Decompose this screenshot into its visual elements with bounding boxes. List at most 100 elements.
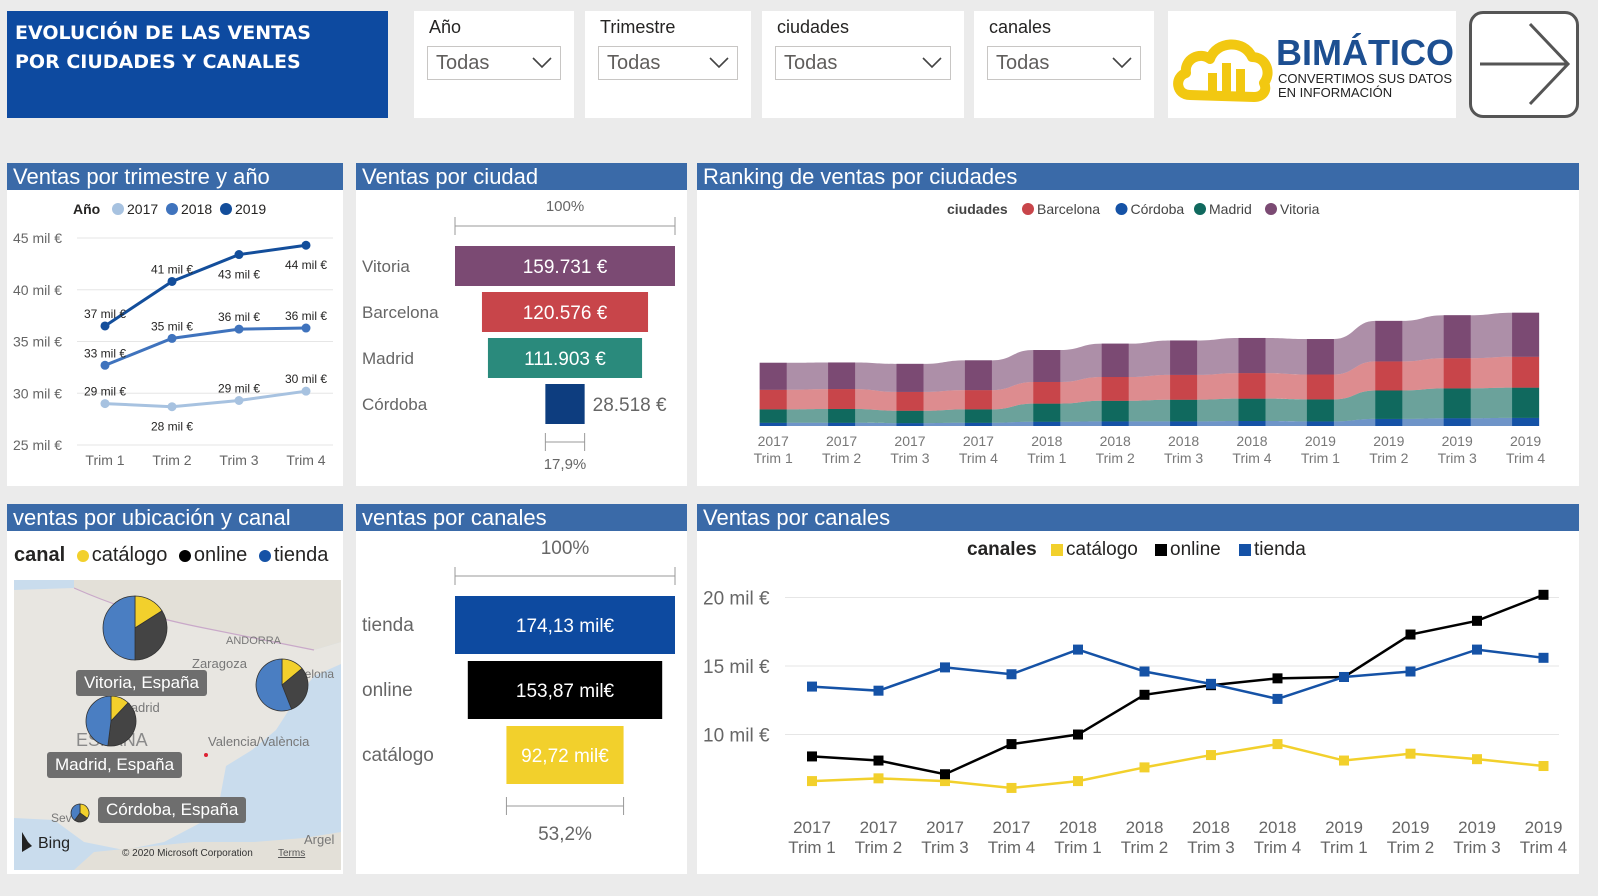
- x-tick-label: Trim 2: [1387, 838, 1435, 857]
- y-tick-label: 40 mil €: [13, 282, 62, 298]
- bar-segment-Barcelona: [1443, 358, 1471, 389]
- x-tick-label: 2017: [993, 818, 1031, 837]
- legend-item: 2017: [127, 201, 158, 217]
- category-label: Barcelona: [362, 303, 439, 322]
- x-tick-label: 2019: [1458, 818, 1496, 837]
- bar-segment-Barcelona: [1033, 381, 1061, 404]
- bar-segment-Barcelona: [964, 390, 992, 410]
- legend-dot: [1265, 203, 1277, 215]
- funnel-top-label: 100%: [546, 198, 584, 215]
- data-label: 29 mil €: [218, 381, 260, 395]
- y-tick-label: 25 mil €: [13, 437, 62, 453]
- category-label: Vitoria: [362, 257, 410, 276]
- chevron-down-icon: [709, 57, 729, 69]
- slicer-dropdown-anio[interactable]: Todas: [427, 46, 561, 80]
- next-page-button[interactable]: [1469, 11, 1579, 118]
- x-tick-label: 2017: [793, 818, 831, 837]
- map-label-madrid[interactable]: Madrid, España: [47, 752, 183, 778]
- x-tick-label: Trim 2: [1369, 450, 1408, 466]
- data-point: [873, 773, 884, 784]
- x-tick-label: 2019: [1392, 818, 1430, 837]
- data-point: [234, 250, 244, 260]
- x-tick-label: 2017: [758, 433, 789, 449]
- data-point: [1073, 729, 1083, 740]
- bing-label: Bing: [38, 835, 70, 852]
- slicer-label: canales: [989, 17, 1052, 37]
- x-tick-label: Trim 2: [822, 450, 861, 466]
- bar-segment-Vitoria: [1443, 315, 1471, 359]
- slicer-dropdown-trimestre[interactable]: Todas: [598, 46, 738, 80]
- data-point: [1272, 693, 1283, 704]
- data-label: 41 mil €: [151, 262, 193, 276]
- map-terms-link[interactable]: Terms: [278, 848, 305, 859]
- bar-segment-Vitoria: [896, 363, 924, 392]
- bar-segment-Madrid: [1170, 399, 1198, 422]
- legend-dot: [112, 203, 124, 215]
- panel-ventas-canales-line: Ventas por canales canales catálogo online…: [697, 504, 1579, 874]
- data-point: [940, 662, 950, 673]
- funnel-bar-Córdoba: [545, 384, 585, 424]
- x-tick-label: 2018: [1100, 433, 1131, 449]
- x-tick-label: Trim 4: [1506, 450, 1545, 466]
- bar-segment-Madrid: [1033, 403, 1061, 422]
- x-tick-label: 2018: [1031, 433, 1062, 449]
- x-tick-label: Trim 4: [988, 838, 1036, 857]
- chart-ventas-canales-bar: 100% tienda 174,13 mil€ online 153,87 mil€ ca…: [362, 538, 676, 845]
- slicer-value: Todas: [607, 52, 661, 74]
- bar-segment-Madrid: [1101, 400, 1129, 422]
- x-tick-label: 2018: [1259, 818, 1297, 837]
- report-title-line1: EVOLUCIÓN DE LAS VENTAS: [15, 22, 311, 44]
- slicer-dropdown-ciudades[interactable]: Todas: [775, 46, 951, 80]
- map-legend-title: canal: [14, 544, 66, 566]
- panel-ventas-ciudad: Ventas por ciudad 100% Vitoria 159.731 € Ba…: [356, 163, 687, 486]
- slicer-canales: canales Todas: [974, 11, 1154, 118]
- data-label: 37 mil €: [84, 307, 126, 321]
- data-point: [301, 386, 311, 396]
- x-tick-label: Trim 3: [219, 452, 258, 468]
- legend-title: ciudades: [947, 201, 1008, 217]
- data-point: [1206, 678, 1216, 689]
- panel-title: ventas por canales: [356, 504, 687, 531]
- logo-tagline1: CONVERTIMOS SUS DATOS: [1278, 71, 1452, 86]
- legend-item: catálogo: [1066, 539, 1138, 560]
- x-tick-label: Trim 3: [1164, 450, 1203, 466]
- map-attribution: © 2020 Microsoft Corporation: [122, 848, 253, 859]
- data-point: [1006, 739, 1017, 750]
- x-tick-label: Trim 4: [1520, 838, 1568, 857]
- data-point: [1006, 782, 1017, 793]
- legend-dot: [178, 549, 191, 562]
- map-label-vitoria[interactable]: Vitoria, España: [76, 670, 207, 696]
- data-point: [234, 324, 244, 334]
- arrow-right-icon: [1480, 22, 1571, 106]
- bar-segment-Córdoba: [759, 422, 787, 426]
- bar-segment-Córdoba: [896, 423, 924, 426]
- data-point: [100, 360, 110, 370]
- bar-segment-Barcelona: [828, 389, 856, 409]
- x-tick-label: Trim 1: [1320, 838, 1368, 857]
- legend-dot: [1115, 203, 1128, 215]
- data-point: [807, 681, 817, 692]
- x-tick-label: Trim 1: [788, 838, 836, 857]
- bar-segment-Barcelona: [896, 391, 924, 411]
- slicer-dropdown-canales[interactable]: Todas: [987, 46, 1141, 80]
- map-label-cordoba[interactable]: Córdoba, España: [98, 797, 247, 823]
- legend-item: online: [193, 544, 248, 566]
- value-label: 111.903 €: [524, 349, 606, 370]
- data-point: [1538, 761, 1549, 772]
- map-spain[interactable]: ANDORRA Zaragoza Barcelona Valencia/Valè…: [14, 580, 341, 870]
- bar-segment-Barcelona: [759, 389, 787, 410]
- chart-ranking-ciudades: ciudades Barcelona Córdoba Madrid Vitoria 201…: [754, 201, 1546, 466]
- legend-dot: [76, 549, 89, 562]
- chart-ventas-canales-line: canales catálogo online tienda 20 mil € 15 mi…: [703, 539, 1568, 857]
- x-tick-label: Trim 3: [921, 838, 969, 857]
- map-legend: canal catálogo online tienda: [14, 544, 328, 567]
- bar-segment-Vitoria: [828, 362, 856, 390]
- x-tick-label: Trim 1: [1054, 838, 1102, 857]
- panel-ventas-canales-bar: ventas por canales 100% tienda 174,13 mil€…: [356, 504, 687, 874]
- panel-title: Ranking de ventas por ciudades: [697, 163, 1579, 190]
- legend-item: Barcelona: [1037, 201, 1100, 217]
- data-point: [1405, 666, 1416, 677]
- bar-segment-Córdoba: [1033, 421, 1061, 426]
- data-label: 35 mil €: [151, 319, 193, 333]
- logo-name: BIMÁTICO: [1276, 32, 1454, 73]
